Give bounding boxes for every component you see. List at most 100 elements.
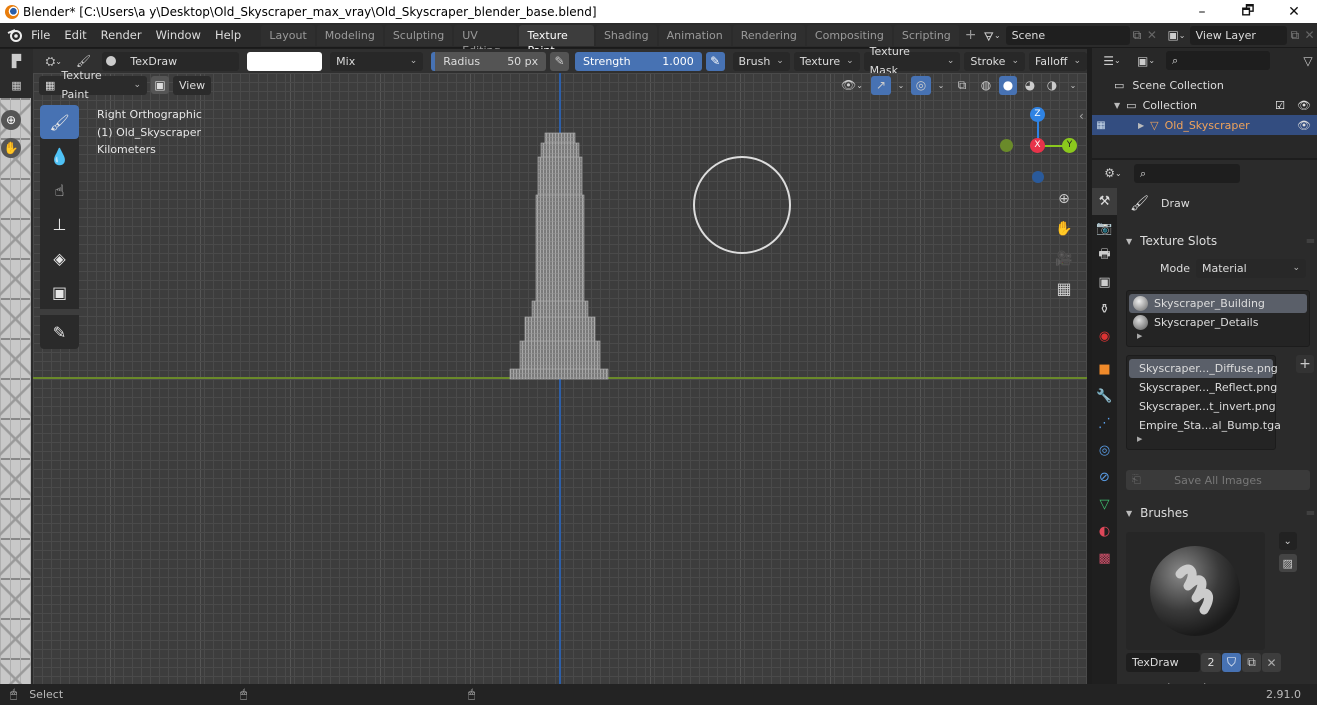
- texture-mask-menu[interactable]: Texture Mask ⌄: [863, 45, 961, 77]
- zoom-icon[interactable]: ⊕: [1, 110, 21, 130]
- radius-slider[interactable]: Radius 50 px: [431, 51, 547, 71]
- view-layer-tab-icon[interactable]: ▣: [1092, 269, 1117, 296]
- wireframe-shading-icon[interactable]: ◍: [977, 78, 995, 92]
- list-expand-icon[interactable]: ▶: [1129, 332, 1307, 340]
- image-slot-item[interactable]: Skyscraper..._Reflect.png: [1129, 378, 1277, 397]
- rendered-shading-icon[interactable]: ◑: [1043, 78, 1061, 92]
- filter-icon[interactable]: ▽: [1301, 54, 1315, 68]
- scene-tab-icon[interactable]: ⚱: [1092, 296, 1117, 323]
- brush-menu[interactable]: Brush ⌄: [732, 51, 790, 71]
- 3d-viewport[interactable]: Z X Y ⊕ ✋ 🎥 ▦ ‹: [33, 73, 1087, 684]
- smear-tool-icon[interactable]: ☝: [40, 173, 79, 207]
- zoom-view-icon[interactable]: ⊕: [1053, 188, 1075, 210]
- stroke-menu[interactable]: Stroke ⌄: [964, 51, 1025, 71]
- delete-scene-icon[interactable]: ✕: [1144, 28, 1159, 42]
- strength-pressure-icon[interactable]: ✎: [705, 51, 725, 71]
- strength-slider[interactable]: Strength 1.000: [574, 51, 702, 71]
- falloff-menu[interactable]: Falloff ⌄: [1028, 51, 1088, 71]
- unlink-brush-icon[interactable]: ✕: [1262, 653, 1281, 672]
- annotate-tool-icon[interactable]: ✎: [40, 315, 79, 349]
- material-item[interactable]: Skyscraper_Details: [1129, 313, 1307, 332]
- clone-tool-icon[interactable]: ⊥: [40, 207, 79, 241]
- texture-tab-icon[interactable]: ▩: [1092, 545, 1117, 572]
- menu-window[interactable]: Window: [149, 28, 208, 42]
- drag-handle-icon[interactable]: ═: [1307, 506, 1314, 520]
- tool-tab-icon[interactable]: ⚒: [1092, 188, 1117, 215]
- gizmo-y-axis[interactable]: Y: [1062, 138, 1077, 153]
- xray-toggle-icon[interactable]: ⧉: [951, 78, 973, 93]
- chevron-down-icon[interactable]: ⌄: [935, 81, 947, 90]
- visibility-icon[interactable]: 👁 ⌄: [837, 78, 867, 92]
- menu-render[interactable]: Render: [94, 28, 149, 42]
- tab-uv-editing[interactable]: UV Editing: [454, 24, 518, 57]
- paint-mask-icon[interactable]: ▣: [151, 76, 169, 94]
- material-tab-icon[interactable]: ◐: [1092, 518, 1117, 545]
- solid-shading-icon[interactable]: ●: [999, 75, 1017, 95]
- gizmo-neg-z-axis[interactable]: [1032, 171, 1044, 183]
- blender-menu-icon[interactable]: [6, 25, 24, 45]
- fill-tool-icon[interactable]: ◈: [40, 241, 79, 275]
- tab-texture-paint[interactable]: Texture Paint: [519, 24, 594, 57]
- maximize-button[interactable]: 🗗: [1225, 0, 1271, 24]
- render-tab-icon[interactable]: 📷: [1092, 215, 1117, 242]
- particles-tab-icon[interactable]: ⋰: [1092, 410, 1117, 437]
- fake-user-shield-icon[interactable]: ⛉: [1222, 653, 1241, 672]
- chevron-down-icon[interactable]: ⌄: [1065, 81, 1081, 90]
- scene-field[interactable]: Scene: [1005, 25, 1130, 45]
- expand-arrow-icon[interactable]: ▶: [1138, 121, 1144, 130]
- minimize-button[interactable]: –: [1179, 4, 1225, 20]
- outliner-display-mode-icon[interactable]: ☰ ⌄: [1098, 54, 1126, 68]
- gizmo-neg-y-axis[interactable]: [1000, 139, 1013, 152]
- tab-modeling[interactable]: Modeling: [316, 24, 383, 46]
- color-swatch[interactable]: [247, 51, 323, 71]
- view-menu[interactable]: View: [173, 75, 212, 95]
- texture-paint-mode-icon[interactable]: ▦: [0, 73, 33, 97]
- radius-pressure-icon[interactable]: ✎: [550, 51, 569, 71]
- expand-arrow-icon[interactable]: ▼: [1114, 101, 1120, 110]
- modifier-tab-icon[interactable]: 🔧: [1092, 383, 1117, 410]
- outliner-item-collection[interactable]: ▼ ▭ Collection ☑ 👁: [1092, 95, 1317, 115]
- custom-icon-toggle[interactable]: ▨: [1278, 554, 1297, 572]
- visibility-eye-icon[interactable]: 👁: [1297, 119, 1311, 132]
- data-tab-icon[interactable]: ▽: [1092, 491, 1117, 518]
- visibility-eye-icon[interactable]: 👁: [1297, 99, 1311, 112]
- blend-mode-dropdown[interactable]: Mix ⌄: [330, 51, 424, 71]
- list-expand-icon[interactable]: ▶: [1129, 435, 1273, 443]
- image-slot-item[interactable]: Skyscraper..._Diffuse.png: [1129, 359, 1278, 378]
- tab-layout[interactable]: Layout: [261, 24, 315, 46]
- gizmo-z-axis[interactable]: Z: [1030, 107, 1045, 122]
- menu-file[interactable]: File: [24, 28, 57, 42]
- constraints-tab-icon[interactable]: ⊘: [1092, 464, 1117, 491]
- tab-shading[interactable]: Shading: [595, 24, 657, 46]
- object-tab-icon[interactable]: ■: [1092, 356, 1117, 383]
- sidebar-toggle-icon[interactable]: ‹: [1079, 109, 1084, 123]
- mode-dropdown[interactable]: Material ⌄: [1196, 258, 1306, 278]
- tab-rendering[interactable]: Rendering: [732, 24, 805, 46]
- exclude-checkbox[interactable]: ☑: [1275, 99, 1285, 112]
- close-button[interactable]: ✕: [1271, 4, 1317, 20]
- brushes-panel-header[interactable]: ▼ Brushes ═: [1122, 500, 1314, 526]
- view-layer-field[interactable]: View Layer: [1189, 25, 1288, 45]
- menu-edit[interactable]: Edit: [57, 28, 93, 42]
- outliner-item-scene-collection[interactable]: ▭ Scene Collection: [1092, 75, 1317, 95]
- texture-menu[interactable]: Texture ⌄: [793, 51, 860, 71]
- overlays-toggle-icon[interactable]: ◎: [911, 75, 931, 95]
- mode-dropdown[interactable]: ▦ Texture Paint ⌄: [39, 69, 147, 101]
- world-tab-icon[interactable]: ◉: [1092, 323, 1117, 350]
- properties-editor-type-icon[interactable]: ⚙ ⌄: [1098, 166, 1128, 180]
- material-item[interactable]: Skyscraper_Building: [1129, 294, 1307, 313]
- delete-view-layer-icon[interactable]: ✕: [1302, 28, 1317, 42]
- physics-tab-icon[interactable]: ◎: [1092, 437, 1117, 464]
- pan-view-icon[interactable]: ✋: [1053, 218, 1075, 240]
- properties-search-input[interactable]: ⌕: [1134, 163, 1240, 183]
- texture-slots-panel-header[interactable]: ▼ Texture Slots ═: [1122, 228, 1314, 254]
- outliner-search-input[interactable]: ⌕: [1166, 51, 1270, 70]
- drag-handle-icon[interactable]: ═: [1307, 234, 1314, 248]
- new-scene-icon[interactable]: ⧉: [1130, 28, 1145, 43]
- tab-sculpting[interactable]: Sculpting: [384, 24, 453, 46]
- duplicate-brush-icon[interactable]: ⧉: [1242, 653, 1261, 672]
- gizmo-x-axis[interactable]: X: [1030, 138, 1045, 153]
- soften-tool-icon[interactable]: 💧: [40, 139, 79, 173]
- camera-view-icon[interactable]: 🎥: [1053, 248, 1075, 270]
- image-slot-item[interactable]: Skyscraper...t_invert.png: [1129, 397, 1276, 416]
